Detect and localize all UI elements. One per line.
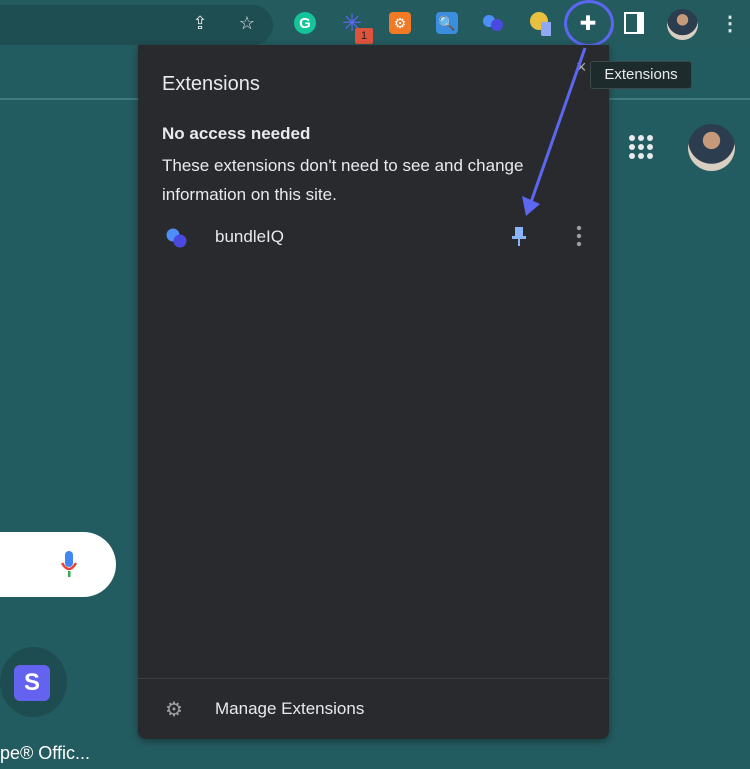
address-bar[interactable] <box>0 5 273 45</box>
pin-icon[interactable] <box>512 227 526 252</box>
more-options-icon[interactable] <box>574 225 584 247</box>
browser-toolbar: ⇪ ☆ G ✳ 1 ⚙ 🔍 ✚ ⋮ <box>0 0 750 47</box>
share-icon[interactable]: ⇪ <box>189 12 211 34</box>
extension-badge: 1 <box>355 28 373 44</box>
section-description: These extensions don't need to see and c… <box>162 156 524 204</box>
hubspot-extension-icon[interactable]: ⚙ <box>389 12 411 34</box>
search-extension-icon[interactable]: 🔍 <box>436 12 458 34</box>
extension-name: bundleIQ <box>215 227 284 246</box>
side-panel-icon[interactable] <box>624 12 644 34</box>
manage-extensions-link[interactable]: Manage Extensions <box>215 699 364 719</box>
extensions-popup: Extensions × No access needed These exte… <box>138 45 609 739</box>
extensions-tooltip: Extensions <box>590 61 692 89</box>
close-icon[interactable]: × <box>576 57 587 78</box>
gear-icon: ⚙ <box>165 699 183 721</box>
bundleiq-icon <box>166 228 187 248</box>
bookmark-star-icon[interactable]: ☆ <box>236 12 258 34</box>
shortcut-icon: S <box>14 665 50 701</box>
annotation-circle <box>564 0 614 47</box>
grammarly-extension-icon[interactable]: G <box>294 12 316 34</box>
extension-row[interactable]: bundleIQ <box>138 223 609 253</box>
account-avatar[interactable] <box>688 124 735 171</box>
profile-avatar[interactable] <box>667 9 698 40</box>
shortcut-label[interactable]: pe® Offic... <box>0 743 90 764</box>
voice-search-icon[interactable] <box>61 551 77 579</box>
color-picker-extension-icon[interactable] <box>529 12 551 36</box>
footer-divider <box>138 678 609 679</box>
bundleiq-extension-icon[interactable] <box>482 12 504 34</box>
search-box[interactable] <box>0 532 116 597</box>
section-heading: No access needed <box>162 124 311 143</box>
apps-grid-icon[interactable] <box>629 135 653 159</box>
popup-title: Extensions <box>162 73 260 95</box>
menu-kebab-icon[interactable]: ⋮ <box>719 12 741 35</box>
